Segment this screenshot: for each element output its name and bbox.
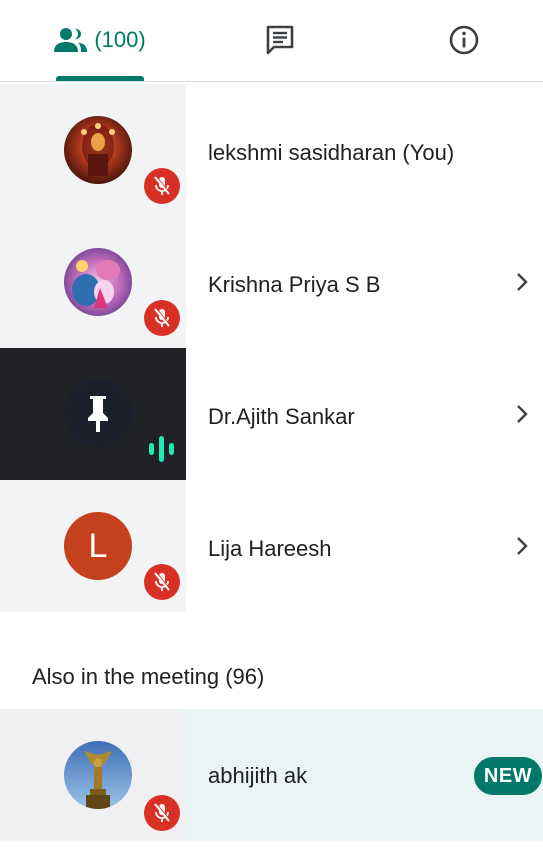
- active-tab-indicator: [56, 76, 144, 81]
- muted-badge: [144, 300, 180, 336]
- tab-info[interactable]: [424, 0, 504, 80]
- participant-name: Dr.Ajith Sankar: [208, 404, 355, 429]
- chevron-right-icon[interactable]: [512, 534, 532, 558]
- participant-name: abhijith ak: [208, 763, 308, 788]
- participant-row[interactable]: abhijith ak: [0, 709, 543, 841]
- participant-name: lekshmi sasidharan (You): [208, 140, 455, 165]
- chevron-right-icon[interactable]: [512, 270, 532, 294]
- avatar: [64, 731, 132, 819]
- mic-off-icon: [154, 802, 171, 822]
- mic-off-icon: [154, 175, 171, 195]
- mic-off-icon: [154, 571, 171, 591]
- participant-name: Lija Hareesh: [208, 536, 332, 561]
- chat-icon: [266, 25, 294, 55]
- people-icon: [54, 28, 88, 52]
- chevron-right-icon[interactable]: [512, 402, 532, 426]
- tab-people[interactable]: (100): [48, 0, 152, 80]
- muted-badge: [144, 795, 180, 831]
- participant-row[interactable]: Dr.Ajith Sankar: [0, 348, 543, 480]
- participant-name: Krishna Priya S B: [208, 272, 381, 297]
- participants-tab-bar: (100): [0, 0, 543, 82]
- participant-row[interactable]: Krishna Priya S B: [0, 216, 543, 348]
- avatar: L: [64, 502, 132, 590]
- avatar: [64, 238, 132, 326]
- avatar: [64, 370, 132, 458]
- speaking-indicator-icon: [149, 436, 174, 462]
- muted-badge: [144, 168, 180, 204]
- also-in-meeting-label: Also in the meeting (96): [32, 664, 265, 689]
- avatar: [64, 106, 132, 194]
- avatar-letter: L: [88, 526, 108, 565]
- info-icon: [449, 25, 479, 55]
- muted-badge: [144, 564, 180, 600]
- participant-row[interactable]: L Lija Hareesh: [0, 480, 543, 612]
- people-count: (100): [94, 27, 146, 52]
- new-badge: NEW: [474, 757, 542, 795]
- tab-chat[interactable]: [240, 0, 320, 80]
- mic-off-icon: [154, 307, 171, 327]
- participant-row[interactable]: lekshmi sasidharan (You): [0, 84, 543, 216]
